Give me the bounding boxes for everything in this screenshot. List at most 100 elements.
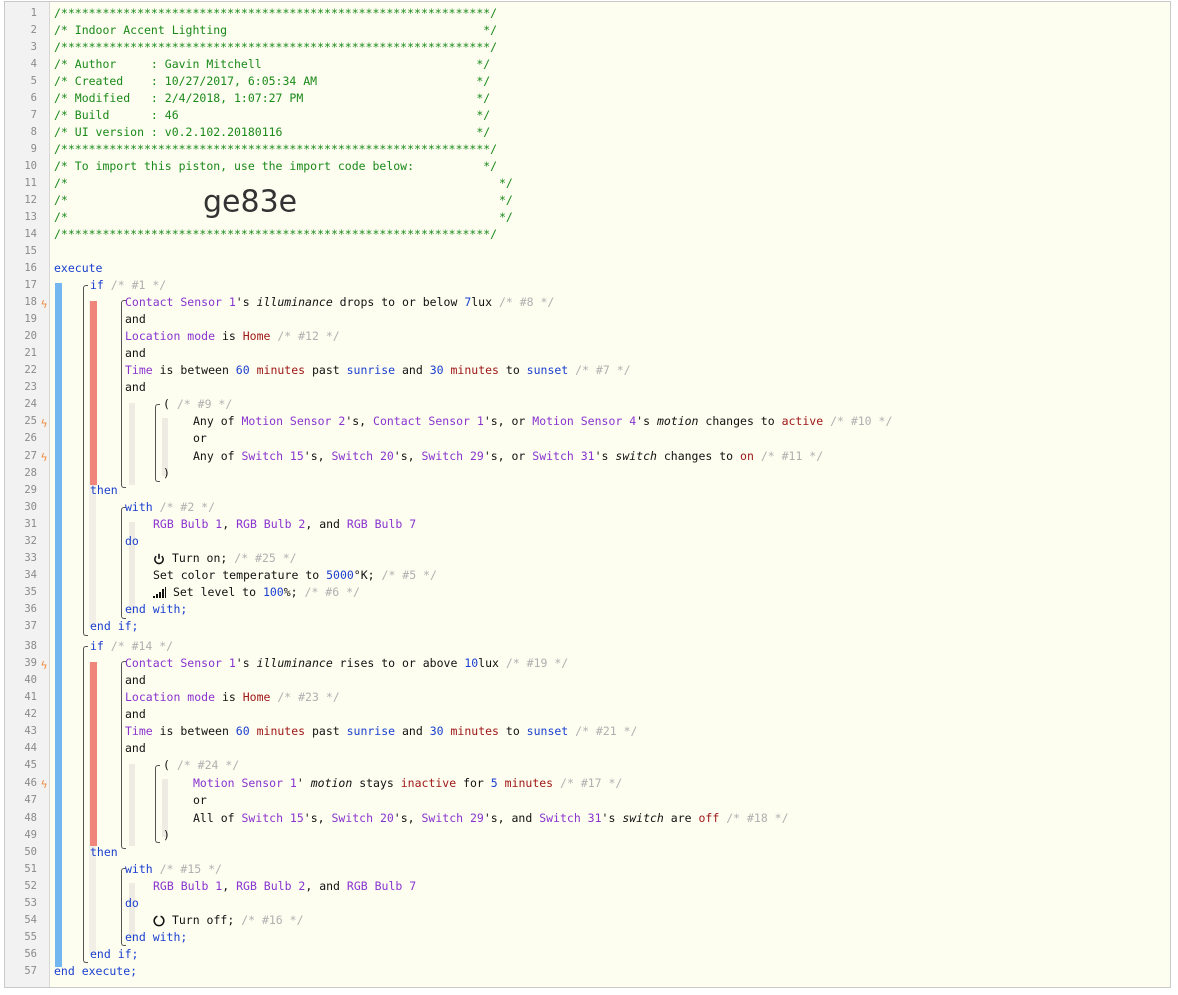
condition-time-between[interactable]: Time is between 60 minutes past sunrise … <box>125 362 631 379</box>
text-fragment: 's, <box>393 449 422 463</box>
value: minutes <box>256 363 306 377</box>
text-fragment: ' <box>296 776 304 790</box>
device-name: Switch 29 <box>421 449 484 463</box>
statement-id: /* #10 */ <box>830 414 893 428</box>
task-text: Turn off; <box>171 913 235 927</box>
line-number: 28 <box>24 467 37 479</box>
task-turn-on[interactable]: Turn on; /* #25 */ <box>153 550 297 567</box>
condition-time-between[interactable]: Time is between 60 minutes past sunrise … <box>125 723 637 740</box>
header-border: /***************************************… <box>54 227 498 241</box>
condition-illuminance-rises[interactable]: Contact Sensor 1's illuminance rises to … <box>125 655 568 672</box>
text-fragment: All of <box>193 811 242 825</box>
task-set-color-temperature[interactable]: Set color temperature to 5000°K; /* #5 *… <box>153 567 437 584</box>
line-number: 57 <box>24 965 37 977</box>
value: minutes <box>256 724 306 738</box>
line-number: 19 <box>24 313 37 325</box>
piston-code-editor: 1 2 3 4 5 6 7 8 9 10 11 12 13 14 15 16 17 18 19 20 21 22 23 24 2… <box>4 1 1171 988</box>
line-number: 35 <box>24 586 37 598</box>
task-text: Set color temperature to <box>153 568 327 582</box>
and-operator[interactable]: and <box>125 345 146 362</box>
header-title: /* Indoor Accent Lighting */ <box>54 23 498 37</box>
condition-illuminance-drops[interactable]: Contact Sensor 1's illuminance drops to … <box>125 294 554 311</box>
import-code[interactable]: ge83e <box>203 185 297 220</box>
attribute-name: switch <box>615 449 657 463</box>
text-fragment: , and <box>305 517 347 531</box>
condition-location-mode[interactable]: Location mode is Home /* #23 */ <box>125 689 340 706</box>
line-number: 45 <box>24 759 37 771</box>
open-paren: ( <box>163 397 170 411</box>
line-number: 37 <box>24 620 37 632</box>
text-fragment: changes to <box>656 449 741 463</box>
statement-id: /* #8 */ <box>498 295 555 309</box>
and-operator[interactable]: and <box>125 706 146 723</box>
line-number: 56 <box>24 948 37 960</box>
group-close[interactable]: ) <box>163 465 170 482</box>
condition-switch-changes[interactable]: Any of Switch 15's, Switch 20's, Switch … <box>193 448 823 465</box>
group-open[interactable]: ( /* #9 */ <box>163 396 232 413</box>
text-fragment: drops to or below <box>332 295 465 309</box>
open-paren: ( <box>163 758 170 772</box>
device-list[interactable]: RGB Bulb 1, RGB Bulb 2, and RGB Bulb 7 <box>153 516 416 533</box>
text-fragment: are <box>663 811 699 825</box>
end-if-keyword: end if; <box>90 619 139 633</box>
and-operator[interactable]: and <box>125 740 146 757</box>
trigger-bolt-icon: ϟ <box>40 778 48 791</box>
condition-motion-changes[interactable]: Any of Motion Sensor 2's, Contact Sensor… <box>193 413 892 430</box>
line-number: 8 <box>30 126 37 138</box>
if-statement-14[interactable]: if /* #14 */ <box>90 638 173 655</box>
line-number: 21 <box>24 347 37 359</box>
if-statement-1[interactable]: if /* #1 */ <box>90 277 166 294</box>
text-fragment: 's, or <box>483 414 533 428</box>
group-close[interactable]: ) <box>163 827 170 844</box>
or-operator[interactable]: or <box>193 792 207 809</box>
or-operator[interactable]: or <box>193 430 207 447</box>
text-fragment: Any of <box>193 449 242 463</box>
line-number: 15 <box>24 245 37 257</box>
condition-switch-are-off[interactable]: All of Switch 15's, Switch 20's, Switch … <box>193 810 789 827</box>
task-text: Set level to <box>172 585 263 599</box>
line-number: 32 <box>24 535 37 547</box>
text-fragment: 's, or <box>483 449 533 463</box>
group-bracket <box>155 765 160 843</box>
import-code-wrapper: ge83e <box>203 185 297 219</box>
condition-motion-stays[interactable]: Motion Sensor 1' motion stays inactive f… <box>193 775 622 792</box>
header-blank-close: */ <box>499 210 513 224</box>
line-number: 42 <box>24 708 37 720</box>
text-fragment: , <box>222 517 237 531</box>
header-blank-close: */ <box>499 176 513 190</box>
text-fragment: is <box>215 329 243 343</box>
text-fragment: 's, and <box>483 811 540 825</box>
attribute-name: motion <box>310 776 353 790</box>
and-operator[interactable]: and <box>125 379 146 396</box>
device-name: RGB Bulb 1 <box>153 517 223 531</box>
device-name: Time <box>125 724 153 738</box>
value: 30 <box>429 363 444 377</box>
value: off <box>698 811 720 825</box>
with-statement-15[interactable]: with /* #15 */ <box>125 861 222 878</box>
text-fragment: 's, <box>393 811 422 825</box>
device-list[interactable]: RGB Bulb 1, RGB Bulb 2, and RGB Bulb 7 <box>153 878 416 895</box>
line-number: 17 <box>24 279 37 291</box>
task-turn-off[interactable]: Turn off; /* #16 */ <box>153 912 304 929</box>
and-operator[interactable]: and <box>125 311 146 328</box>
line-number: 24 <box>24 398 37 410</box>
if-keyword: if <box>90 278 104 292</box>
value: sunrise <box>346 363 396 377</box>
with-statement-2[interactable]: with /* #2 */ <box>125 499 215 516</box>
line-number: 12 <box>24 194 37 206</box>
text-fragment: and <box>395 724 430 738</box>
line-number: 30 <box>24 501 37 513</box>
header-border: /***************************************… <box>54 40 498 54</box>
and-operator[interactable]: and <box>125 672 146 689</box>
task-set-level[interactable]: Set level to 100%; /* #6 */ <box>153 584 360 601</box>
text-fragment: to <box>498 363 527 377</box>
line-number: 27 <box>24 450 37 462</box>
text-fragment: 's <box>601 811 616 825</box>
statement-id: /* #12 */ <box>277 329 340 343</box>
task-text: °K; <box>353 568 375 582</box>
text-fragment: , and <box>305 879 347 893</box>
group-open[interactable]: ( /* #24 */ <box>163 757 239 774</box>
trigger-bolt-icon: ϟ <box>40 659 48 672</box>
condition-location-mode[interactable]: Location mode is Home /* #12 */ <box>125 328 340 345</box>
text-fragment: , <box>222 879 237 893</box>
